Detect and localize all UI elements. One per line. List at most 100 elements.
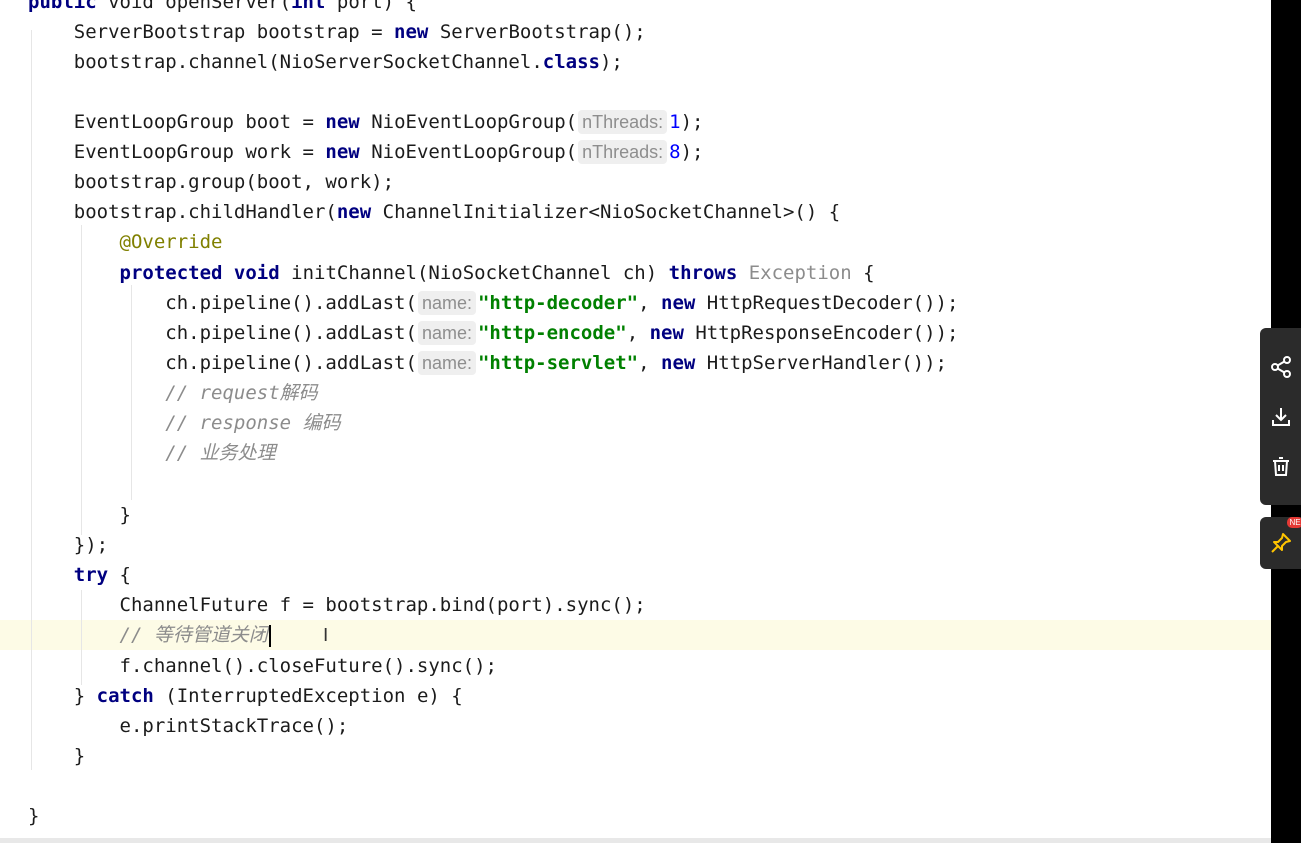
code-text: EventLoopGroup boot =	[28, 111, 326, 133]
code-text: ch.pipeline().addLast(	[28, 352, 417, 374]
code-text: HttpServerHandler());	[695, 352, 948, 374]
code-text: ,	[638, 352, 662, 374]
code-line[interactable]	[0, 77, 1271, 107]
parameter-hint: name:	[417, 351, 476, 375]
code-text: ,	[638, 292, 662, 314]
code-line[interactable]: public void openServer(int port) {	[0, 0, 1271, 17]
delete-icon	[1272, 457, 1289, 476]
code-comment: 业务处理	[199, 442, 276, 464]
code-line[interactable]: // 等待管道关闭	[0, 620, 1271, 650]
code-keyword: new	[325, 111, 360, 133]
code-keyword: new	[394, 21, 429, 43]
delete-button[interactable]	[1260, 442, 1301, 492]
code-keyword: void	[233, 262, 280, 284]
code-line[interactable]: }	[0, 500, 1271, 530]
code-comment: // request	[165, 382, 280, 404]
download-button[interactable]	[1260, 392, 1301, 442]
code-comment: 等待管道关闭	[153, 624, 268, 646]
code-line[interactable]: EventLoopGroup work = new NioEventLoopGr…	[0, 137, 1271, 167]
code-text: EventLoopGroup work =	[28, 141, 326, 163]
download-icon	[1271, 408, 1290, 426]
code-editor[interactable]: public void openServer(int port) { Serve…	[0, 0, 1271, 843]
code-line[interactable]: f.channel().closeFuture().sync();	[0, 651, 1271, 681]
code-text: ChannelInitializer<NioSocketChannel>() {	[371, 201, 841, 223]
code-line[interactable]: ChannelFuture f = bootstrap.bind(port).s…	[0, 590, 1271, 620]
code-line[interactable]: bootstrap.channel(NioServerSocketChannel…	[0, 47, 1271, 77]
code-keyword: throws	[668, 262, 738, 284]
code-keyword: int	[291, 0, 326, 13]
code-string: "http-servlet"	[477, 352, 639, 374]
code-comment: 编码	[302, 412, 341, 434]
code-keyword: public	[28, 0, 97, 13]
code-text: bootstrap.childHandler(	[28, 201, 337, 223]
code-text: 1	[669, 111, 681, 133]
code-line[interactable]: ServerBootstrap bootstrap = new ServerBo…	[0, 17, 1271, 47]
code-line[interactable]: }	[0, 801, 1271, 831]
code-line[interactable]: bootstrap.group(boot, work);	[0, 167, 1271, 197]
code-line[interactable]: // response 编码	[0, 408, 1271, 438]
code-line[interactable]: ch.pipeline().addLast(name: "http-servlet…	[0, 348, 1271, 378]
code-comment: // response	[165, 412, 303, 434]
indent-guide	[81, 225, 82, 535]
code-line[interactable]: // 业务处理	[0, 438, 1271, 468]
parameter-hint: nThreads:	[578, 140, 668, 164]
code-line[interactable]: // request解码	[0, 378, 1271, 408]
code-keyword: new	[336, 201, 372, 223]
code-text: }	[28, 745, 86, 767]
code-text: }	[28, 504, 131, 526]
code-line[interactable]: } catch (InterruptedException e) {	[0, 681, 1271, 711]
code-string: "http-decoder"	[477, 292, 639, 314]
code-text: bootstrap.group(boot, work);	[28, 171, 395, 193]
code-line[interactable]: });	[0, 530, 1271, 560]
code-text: (InterruptedException e) {	[153, 685, 463, 707]
code-comment: //	[165, 442, 200, 464]
code-line[interactable]: }	[0, 741, 1271, 771]
code-line[interactable]: e.printStackTrace();	[0, 711, 1271, 741]
code-line[interactable]: protected void initChannel(NioSocketChan…	[0, 258, 1271, 288]
code-text: }	[28, 805, 40, 827]
code-text: );	[680, 141, 704, 163]
code-text: ServerBootstrap bootstrap =	[28, 21, 395, 43]
code-text: void openServer(	[96, 0, 292, 13]
code-line[interactable]: @Override	[0, 227, 1271, 257]
code-text: e.printStackTrace();	[28, 715, 349, 737]
code-string: "http-encode"	[477, 322, 627, 344]
code-line[interactable]	[0, 469, 1271, 499]
code-line[interactable]	[0, 771, 1271, 801]
code-text: ChannelFuture f = bootstrap.bind(port).s…	[28, 594, 646, 616]
code-text: bootstrap.channel(NioServerSocketChannel…	[28, 51, 543, 73]
code-text: ch.pipeline().addLast(	[28, 322, 417, 344]
code-text: HttpRequestDecoder());	[695, 292, 959, 314]
code-line[interactable]: bootstrap.childHandler(new ChannelInitia…	[0, 197, 1271, 227]
code-text: }	[28, 685, 97, 707]
code-text: NioEventLoopGroup(	[359, 111, 578, 133]
code-line[interactable]: ch.pipeline().addLast(name: "http-encode"…	[0, 318, 1271, 348]
code-line[interactable]: ch.pipeline().addLast(name: "http-decoder…	[0, 288, 1271, 318]
code-text: );	[599, 51, 623, 73]
code-text: Exception	[748, 262, 852, 284]
horizontal-scrollbar[interactable]	[0, 838, 1271, 843]
code-text: NioEventLoopGroup(	[359, 141, 578, 163]
code-keyword: class	[542, 51, 600, 73]
indent-guide	[81, 590, 82, 685]
indent-guide	[131, 285, 132, 500]
code-text: f.channel().closeFuture().sync();	[28, 655, 498, 677]
code-line[interactable]: EventLoopGroup boot = new NioEventLoopGr…	[0, 107, 1271, 137]
code-text: ch.pipeline().addLast(	[28, 292, 417, 314]
code-text: {	[851, 262, 875, 284]
code-keyword: new	[661, 352, 696, 374]
parameter-hint: name:	[417, 321, 476, 345]
parameter-hint: name:	[417, 291, 476, 315]
share-button[interactable]	[1260, 342, 1301, 392]
code-line[interactable]: try {	[0, 560, 1271, 590]
code-text: port) {	[325, 0, 417, 13]
code-text: ,	[626, 322, 650, 344]
code-text: {	[108, 564, 131, 586]
